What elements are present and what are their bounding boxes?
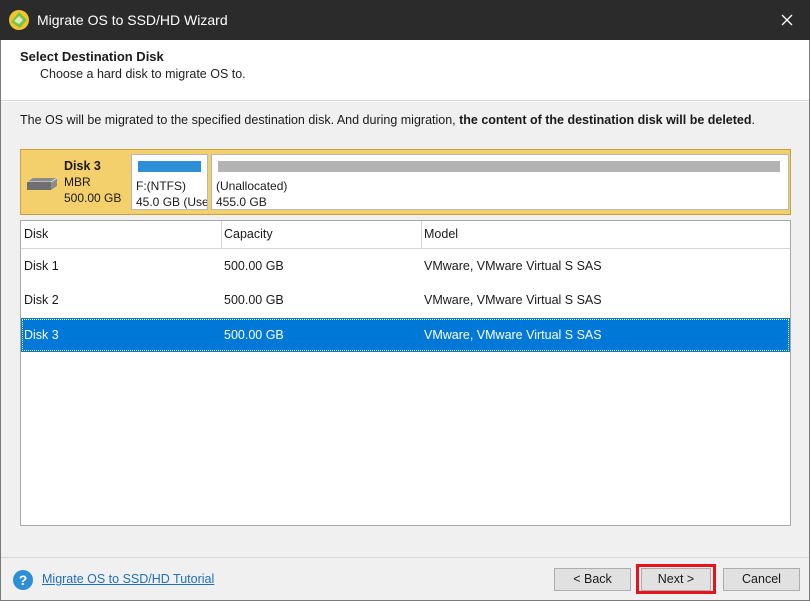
table-row-disk-3[interactable]: Disk 3 500.00 GB VMware, VMware Virtual … (21, 318, 790, 352)
tutorial-link[interactable]: Migrate OS to SSD/HD Tutorial (42, 572, 214, 586)
cell-disk: Disk 1 (24, 259, 59, 273)
column-header-disk[interactable]: Disk (21, 221, 221, 248)
disk-map-type: MBR (64, 175, 91, 189)
description-text: The OS will be migrated to the specified… (20, 112, 780, 128)
page-subtitle: Choose a hard disk to migrate OS to. (40, 67, 246, 81)
selected-disk-map[interactable]: Disk 3 MBR 500.00 GB F:(NTFS) 45.0 GB (U… (20, 149, 791, 215)
cell-model: VMware, VMware Virtual S SAS (424, 293, 602, 307)
wizard-content: The OS will be migrated to the specified… (1, 102, 809, 557)
partition-usage-bar (218, 161, 780, 172)
table-row-disk-1[interactable]: Disk 1 500.00 GB VMware, VMware Virtual … (21, 249, 790, 283)
table-row-disk-2[interactable]: Disk 2 500.00 GB VMware, VMware Virtual … (21, 283, 790, 317)
partition-size: 45.0 GB (Used: 0%) (136, 195, 207, 209)
disk-map-size: 500.00 GB (64, 191, 122, 205)
cell-capacity: 500.00 GB (224, 293, 284, 307)
help-icon[interactable]: ? (13, 570, 33, 590)
wizard-header: Select Destination Disk Choose a hard di… (1, 40, 809, 101)
table-header: Disk Capacity Model (21, 221, 790, 249)
wizard-footer: ? Migrate OS to SSD/HD Tutorial < Back N… (1, 557, 809, 600)
window-title: Migrate OS to SSD/HD Wizard (37, 12, 228, 28)
partition-size: 455.0 GB (216, 195, 267, 209)
description-normal: The OS will be migrated to the specified… (20, 113, 460, 127)
page-title: Select Destination Disk (20, 49, 164, 64)
cell-disk: Disk 2 (24, 293, 59, 307)
description-end: . (751, 113, 755, 127)
cell-model: VMware, VMware Virtual S SAS (424, 259, 602, 273)
partition-usage-bar (138, 161, 201, 172)
partition-label: F:(NTFS) (136, 179, 186, 193)
disk-map-name: Disk 3 (64, 159, 101, 173)
cell-capacity: 500.00 GB (224, 328, 284, 342)
next-button[interactable]: Next > (641, 568, 711, 591)
partition-f-ntfs[interactable]: F:(NTFS) 45.0 GB (Used: 0%) (131, 154, 208, 210)
title-bar: Migrate OS to SSD/HD Wizard (0, 0, 810, 40)
close-icon (781, 14, 793, 26)
partition-label: (Unallocated) (216, 179, 288, 193)
cell-capacity: 500.00 GB (224, 259, 284, 273)
close-button[interactable] (764, 0, 810, 40)
cell-model: VMware, VMware Virtual S SAS (424, 328, 602, 342)
app-logo-icon (9, 10, 29, 30)
column-header-capacity[interactable]: Capacity (221, 221, 421, 248)
column-header-model[interactable]: Model (421, 221, 790, 248)
partition-unallocated[interactable]: (Unallocated) 455.0 GB (211, 154, 789, 210)
cancel-button[interactable]: Cancel (723, 568, 800, 591)
disk-table: Disk Capacity Model Disk 1 500.00 GB VMw… (20, 220, 791, 526)
cell-disk: Disk 3 (24, 328, 59, 342)
back-button[interactable]: < Back (554, 568, 631, 591)
hard-disk-icon (27, 177, 58, 190)
description-warning: the content of the destination disk will… (459, 113, 752, 127)
